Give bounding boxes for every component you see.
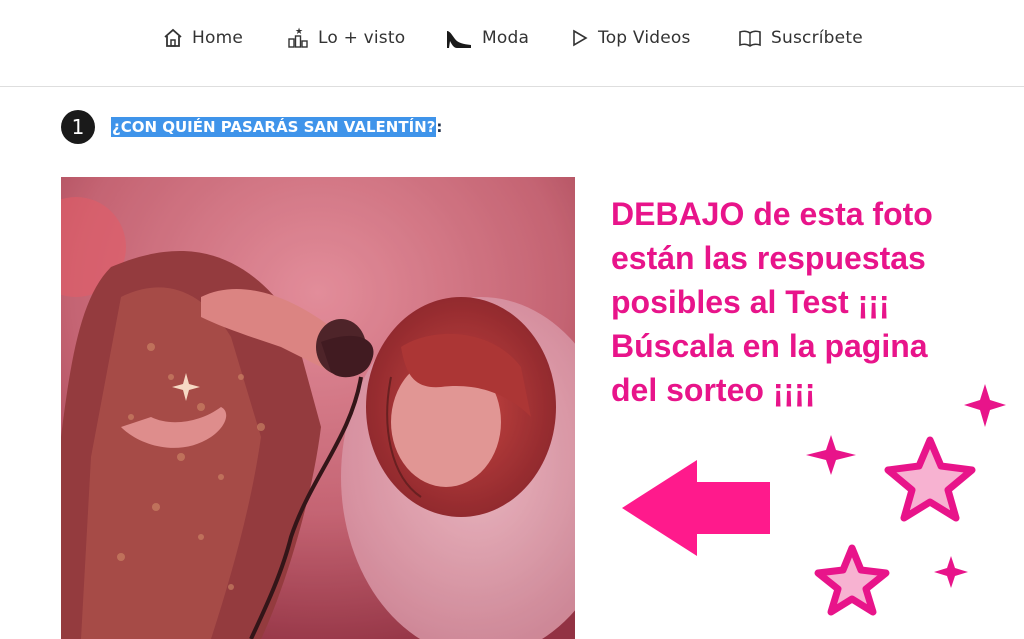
- decorations: [622, 384, 1006, 616]
- star-icon: [814, 544, 890, 616]
- sparkle-icon: [806, 435, 856, 475]
- star-icon: [884, 436, 976, 522]
- left-arrow-icon: [622, 460, 770, 556]
- sparkle-icon: [934, 556, 968, 588]
- sparkle-icon: [964, 384, 1006, 427]
